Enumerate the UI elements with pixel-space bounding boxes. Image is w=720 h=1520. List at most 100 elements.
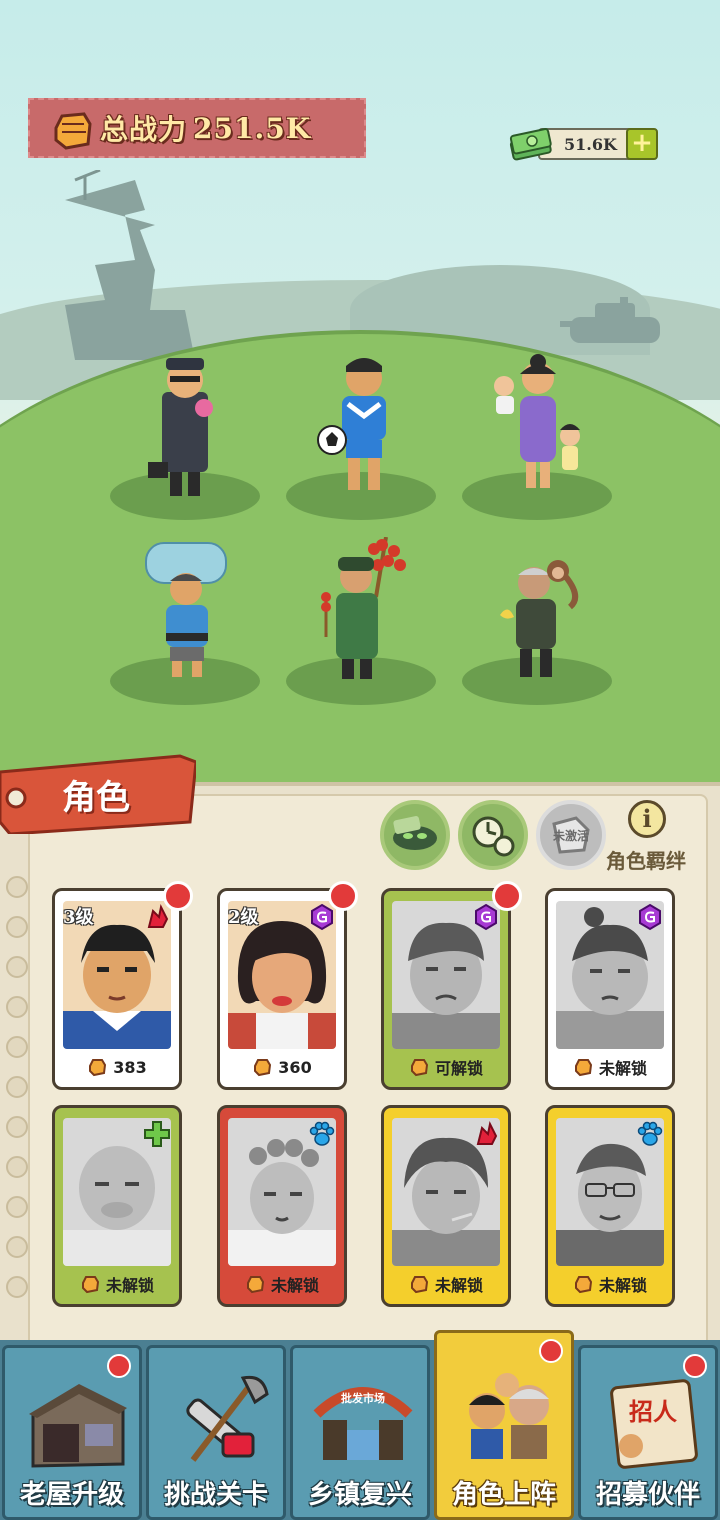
character-card-1[interactable]: 3级 383 xyxy=(52,881,193,1090)
character-card-3[interactable]: 可解锁 xyxy=(381,881,522,1090)
cash-counter: 51.6K + xyxy=(508,124,658,164)
tab-recruit-partners[interactable]: 招人 招募伙伴 xyxy=(578,1345,718,1520)
notebook-ring xyxy=(6,876,28,898)
notification-dot xyxy=(492,881,522,911)
card-power: 360 xyxy=(278,1057,312,1077)
skill-locked-button[interactable]: 未激活 xyxy=(536,800,606,870)
tank-silhouette-icon xyxy=(560,297,660,343)
add-cash-button[interactable]: + xyxy=(626,128,658,160)
character-card-5[interactable]: 未解锁 xyxy=(52,1105,182,1307)
tab-label: 老屋升级 xyxy=(19,1480,124,1510)
character-card-8[interactable]: 未解锁 xyxy=(545,1105,675,1307)
info-button[interactable]: i xyxy=(628,800,666,838)
formation-slot-5[interactable] xyxy=(286,537,436,705)
card-footer: 未解锁 xyxy=(392,1268,500,1300)
card-status: 可解锁 xyxy=(434,1059,483,1078)
fire-icon xyxy=(147,903,169,928)
card-level: 3级 xyxy=(63,907,94,928)
fist-icon xyxy=(246,1276,265,1294)
old-man-suit-character-icon xyxy=(148,358,213,496)
card-footer: 383 xyxy=(63,1051,171,1083)
tab-characters-lineup[interactable]: 角色上阵 xyxy=(434,1330,574,1520)
fist-icon xyxy=(410,1059,429,1077)
paw-icon xyxy=(637,1121,663,1146)
tab-challenge-stage[interactable]: 挑战关卡 xyxy=(146,1345,286,1520)
skill-locked-icon: 未激活 xyxy=(552,816,590,854)
card-power: 383 xyxy=(113,1057,147,1077)
swirl-icon xyxy=(639,903,661,931)
notebook-ring xyxy=(6,1116,28,1138)
character-card-2[interactable]: 2级 360 xyxy=(217,881,358,1090)
cross-icon xyxy=(144,1121,170,1147)
card-footer: 未解锁 xyxy=(556,1268,664,1300)
fire-icon xyxy=(476,1120,498,1145)
tab-label: 角色上阵 xyxy=(451,1480,556,1510)
formation-slot-3[interactable] xyxy=(462,354,612,520)
fist-icon xyxy=(89,1059,107,1077)
card-status: 未解锁 xyxy=(105,1276,154,1295)
tab-town-revival[interactable]: 批发市场 乡镇复兴 xyxy=(290,1345,430,1520)
notebook-ring xyxy=(6,1156,28,1178)
total-power-banner: 总战力 251.5K xyxy=(28,98,366,158)
mask-icon xyxy=(393,816,437,850)
fist-icon xyxy=(81,1276,100,1294)
market-stall-icon: 批发市场 xyxy=(313,1387,413,1460)
notebook-ring xyxy=(6,956,28,978)
skill-locked-text: 未激活 xyxy=(552,828,589,843)
fist-icon xyxy=(54,112,92,150)
fist-icon xyxy=(254,1059,272,1077)
notification-dot xyxy=(683,1354,707,1378)
house-icon xyxy=(29,1384,127,1468)
tab-house-upgrade[interactable]: 老屋升级 xyxy=(2,1345,142,1520)
tab-label: 挑战关卡 xyxy=(163,1480,268,1510)
formation-slot-1[interactable] xyxy=(110,358,260,520)
notebook-ring xyxy=(6,996,28,1018)
formation-slot-4[interactable] xyxy=(110,542,260,705)
formation-mask-button[interactable] xyxy=(380,800,450,870)
character-card-7[interactable]: 未解锁 xyxy=(381,1105,511,1307)
fist-icon xyxy=(574,1276,593,1294)
notebook-ring xyxy=(6,1076,28,1098)
total-power-value: 251.5K xyxy=(193,111,312,145)
water-carrier-character-icon xyxy=(145,542,227,677)
notification-dot xyxy=(539,1339,563,1363)
card-footer: 360 xyxy=(228,1051,336,1083)
cash-value: 51.6K xyxy=(564,134,617,154)
formation-slot-2[interactable] xyxy=(286,358,436,520)
character-card-4[interactable]: 未解锁 xyxy=(545,888,675,1090)
card-footer: 未解锁 xyxy=(63,1268,171,1300)
timer-icon xyxy=(472,816,515,857)
card-status: 未解锁 xyxy=(434,1276,483,1295)
characters-icon xyxy=(469,1373,549,1459)
recruit-scroll-icon: 招人 xyxy=(610,1379,698,1469)
monkey-man-character-icon xyxy=(500,560,579,677)
character-bond-label[interactable]: 角色羁绊 xyxy=(606,845,686,874)
card-level: 2级 xyxy=(228,907,259,928)
recruit-sign-text: 招人 xyxy=(629,1398,677,1426)
swirl-icon xyxy=(311,903,333,931)
swirl-icon xyxy=(475,903,497,931)
card-status: 未解锁 xyxy=(598,1059,647,1078)
money-stack-icon xyxy=(509,128,552,161)
card-footer: 未解锁 xyxy=(228,1268,336,1300)
chainsaw-shovel-icon xyxy=(186,1375,269,1462)
candied-haws-vendor-character-icon xyxy=(321,537,406,679)
notebook-ring xyxy=(6,916,28,938)
formation-slot-6[interactable] xyxy=(462,545,612,705)
tab-label: 乡镇复兴 xyxy=(307,1480,412,1510)
tab-label: 招募伙伴 xyxy=(595,1480,700,1510)
ruined-tower-icon xyxy=(65,170,195,360)
notebook-ring xyxy=(6,1196,28,1218)
notebook-ring xyxy=(6,1276,28,1298)
character-card-6[interactable]: 未解锁 xyxy=(217,1105,347,1307)
total-power-label: 总战力 xyxy=(100,113,188,146)
card-footer: 可解锁 xyxy=(392,1051,500,1083)
fist-icon xyxy=(410,1276,429,1294)
notebook-ring xyxy=(6,1236,28,1258)
card-status: 未解锁 xyxy=(270,1276,319,1295)
battle-scene: 总战力 251.5K 51.6K + xyxy=(0,0,720,800)
soccer-player-character-icon xyxy=(317,358,386,490)
speed-timer-button[interactable] xyxy=(458,800,528,870)
market-sign-text: 批发市场 xyxy=(341,1391,385,1405)
mother-with-kids-character-icon xyxy=(494,354,580,488)
